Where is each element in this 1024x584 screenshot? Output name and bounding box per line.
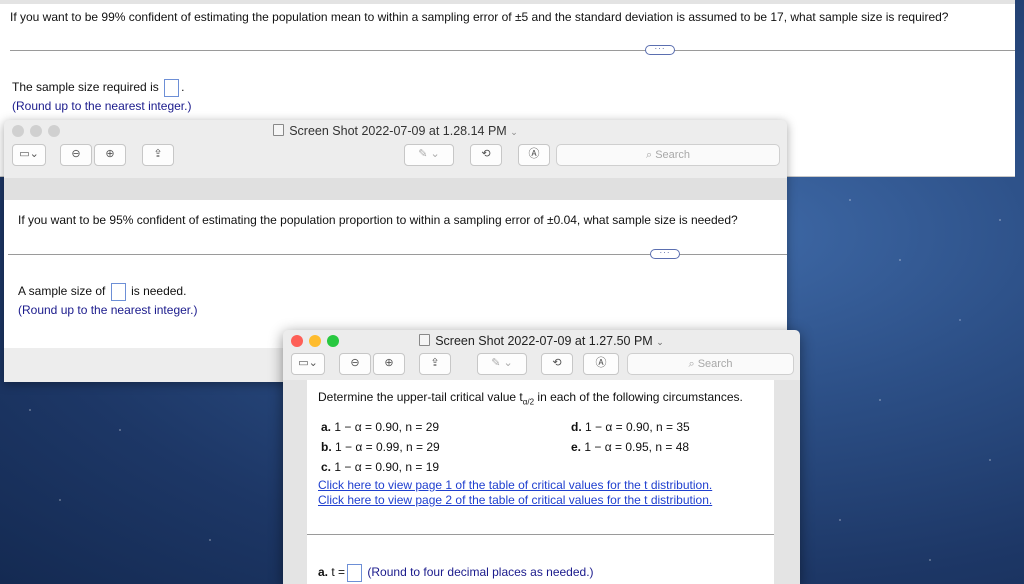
divider (307, 534, 774, 535)
item-label: b. (321, 440, 332, 454)
answer-prefix: The sample size required is (12, 80, 159, 95)
item-label: a. (321, 420, 332, 434)
answer-label: a. (318, 565, 329, 580)
instruction-part: Determine the upper-tail critical value … (318, 390, 523, 404)
item-text: 1 − α = 0.90, n = 35 (585, 420, 690, 434)
document-page: Determine the upper-tail critical value … (307, 380, 774, 584)
item-a: a. 1 − α = 0.90, n = 29 (321, 420, 439, 434)
window-titlebar[interactable]: Screen Shot 2022-07-09 at 1.27.50 PM ⌄ (283, 330, 800, 352)
item-text: 1 − α = 0.90, n = 29 (334, 420, 440, 434)
item-text: 1 − α = 0.90, n = 19 (334, 460, 440, 474)
search-placeholder: Search (655, 149, 691, 161)
question-text: If you want to be 95% confident of estim… (18, 213, 738, 227)
rounding-hint: (Round up to the nearest integer.) (12, 99, 192, 113)
zoom-in-button[interactable]: ⊕ (94, 144, 126, 166)
question-text: If you want to be 99% confident of estim… (10, 10, 949, 24)
instruction-text: Determine the upper-tail critical value … (318, 390, 743, 406)
item-label: d. (571, 420, 582, 434)
t-table-page1-link[interactable]: Click here to view page 1 of the table o… (318, 478, 712, 492)
rotate-button[interactable]: ⟲ (470, 144, 502, 166)
window-title: Screen Shot 2022-07-09 at 1.27.50 PM ⌄ (283, 334, 800, 348)
sidebar-toggle-button[interactable]: ▭⌄ (12, 144, 46, 166)
window-title-text: Screen Shot 2022-07-09 at 1.27.50 PM (435, 334, 653, 348)
answer-line: a. t = (Round to four decimal places as … (318, 564, 594, 582)
item-d: d. 1 − α = 0.90, n = 35 (571, 420, 690, 434)
markup-button[interactable]: Ⓐ (583, 353, 619, 375)
search-placeholder: Search (697, 358, 733, 370)
window-top-edge (0, 0, 1015, 4)
window-title: Screen Shot 2022-07-09 at 1.28.14 PM ⌄ (4, 124, 787, 138)
share-button[interactable]: ⇪ (419, 353, 451, 375)
answer-prefix: A sample size of (18, 284, 106, 299)
t-table-page2-link[interactable]: Click here to view page 2 of the table o… (318, 493, 712, 507)
preview-window-3: Screen Shot 2022-07-09 at 1.27.50 PM ⌄ ▭… (283, 330, 800, 584)
search-input[interactable]: ⌕ Search (627, 353, 794, 375)
item-e: e. 1 − α = 0.95, n = 48 (571, 440, 689, 454)
item-c: c. 1 − α = 0.90, n = 19 (321, 460, 439, 474)
markup-pen-button[interactable]: ✎ ⌄ (404, 144, 454, 166)
share-button[interactable]: ⇪ (142, 144, 174, 166)
item-label: e. (571, 440, 582, 454)
sidebar-toggle-button[interactable]: ▭⌄ (291, 353, 325, 375)
answer-suffix: is needed. (131, 284, 187, 299)
t-value-input[interactable] (347, 564, 363, 582)
document-page: If you want to be 95% confident of estim… (4, 200, 787, 348)
divider (10, 50, 1015, 51)
zoom-out-button[interactable]: ⊖ (339, 353, 371, 375)
rounding-hint: (Round to four decimal places as needed.… (367, 565, 594, 580)
instruction-part: in each of the following circumstances. (534, 390, 743, 404)
content-area: Determine the upper-tail critical value … (283, 380, 800, 584)
chevron-down-icon[interactable]: ⌄ (656, 337, 664, 347)
answer-line: A sample size of is needed. (18, 283, 186, 301)
answer-suffix: . (181, 80, 185, 95)
item-text: 1 − α = 0.95, n = 48 (584, 440, 690, 454)
subscript: α/2 (522, 397, 535, 407)
answer-line: The sample size required is . (12, 79, 184, 97)
sample-size-input[interactable] (110, 283, 126, 301)
sample-size-input[interactable] (164, 79, 180, 97)
zoom-out-button[interactable]: ⊖ (60, 144, 92, 166)
answer-variable: t = (331, 565, 346, 580)
document-icon (273, 124, 285, 136)
search-icon: ⌕ (688, 358, 695, 370)
markup-pen-button[interactable]: ✎ ⌄ (477, 353, 527, 375)
rotate-button[interactable]: ⟲ (541, 353, 573, 375)
item-b: b. 1 − α = 0.99, n = 29 (321, 440, 440, 454)
content-top-gutter (4, 178, 787, 200)
search-input[interactable]: ⌕ Search (556, 144, 780, 166)
more-button[interactable]: ··· (650, 249, 680, 259)
item-text: 1 − α = 0.99, n = 29 (335, 440, 440, 454)
markup-button[interactable]: Ⓐ (518, 144, 550, 166)
search-icon: ⌕ (645, 149, 653, 161)
window-titlebar[interactable]: Screen Shot 2022-07-09 at 1.28.14 PM ⌄ (4, 120, 787, 142)
item-label: c. (321, 460, 332, 474)
zoom-in-button[interactable]: ⊕ (373, 353, 405, 375)
document-icon (419, 334, 431, 346)
window-title-text: Screen Shot 2022-07-09 at 1.28.14 PM (289, 124, 507, 138)
chevron-down-icon[interactable]: ⌄ (510, 127, 518, 137)
rounding-hint: (Round up to the nearest integer.) (18, 303, 198, 317)
more-button[interactable]: ··· (645, 45, 675, 55)
